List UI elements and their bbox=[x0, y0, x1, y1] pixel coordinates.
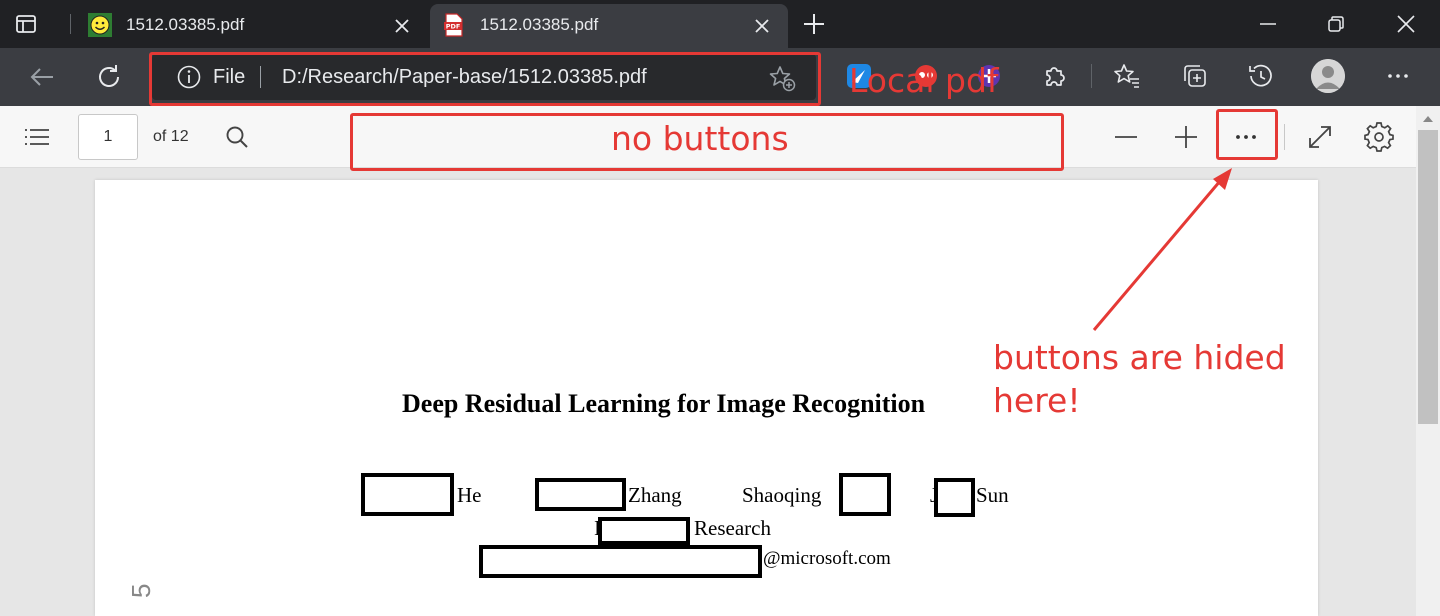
refresh-icon[interactable] bbox=[94, 62, 124, 92]
tab-inactive[interactable]: 1512.03385.pdf bbox=[76, 4, 428, 48]
collections-icon[interactable] bbox=[1181, 62, 1209, 90]
paper-title: Deep Residual Learning for Image Recogni… bbox=[402, 389, 926, 418]
table-of-contents-icon[interactable] bbox=[22, 122, 52, 152]
redaction-box bbox=[934, 478, 975, 517]
tab-separator bbox=[70, 14, 71, 34]
page-total-label: of 12 bbox=[153, 128, 189, 145]
pdf-file-icon: PDF bbox=[442, 13, 466, 37]
favorites-icon[interactable] bbox=[1113, 62, 1141, 90]
close-window-icon[interactable] bbox=[1394, 12, 1418, 36]
redaction-box bbox=[839, 473, 891, 516]
browser-window: 1512.03385.pdf PDF 1512.03385.pdf File D… bbox=[0, 0, 1440, 616]
history-icon[interactable] bbox=[1246, 62, 1274, 90]
author-name: Sun bbox=[976, 483, 1009, 507]
annotation-hidden-line2: here! bbox=[993, 381, 1081, 420]
smiley-icon bbox=[88, 13, 112, 37]
restore-icon[interactable] bbox=[1324, 12, 1348, 36]
tab-active[interactable]: PDF 1512.03385.pdf bbox=[430, 4, 788, 48]
page-number-input[interactable]: 1 bbox=[78, 114, 138, 160]
close-tab-icon[interactable] bbox=[752, 16, 772, 36]
author-name: He bbox=[457, 483, 482, 507]
tab-strip: 1512.03385.pdf PDF 1512.03385.pdf bbox=[0, 0, 1440, 48]
minimize-icon[interactable] bbox=[1256, 12, 1280, 36]
annotation-box-address bbox=[149, 52, 821, 106]
annotation-hidden-line1: buttons are hided bbox=[993, 338, 1286, 377]
tab-title: 1512.03385.pdf bbox=[480, 15, 599, 34]
tab-title: 1512.03385.pdf bbox=[126, 15, 245, 34]
tab-actions-icon[interactable] bbox=[14, 12, 38, 36]
pdf-toolbar-separator bbox=[1284, 124, 1285, 150]
settings-more-icon[interactable] bbox=[1384, 62, 1412, 90]
email-domain: @microsoft.com bbox=[763, 548, 891, 569]
back-arrow-icon[interactable] bbox=[27, 62, 57, 92]
settings-gear-icon[interactable] bbox=[1364, 122, 1394, 152]
annotation-box-more bbox=[1216, 109, 1278, 160]
annotation-local-pdf: Local pdf bbox=[849, 61, 999, 100]
zoom-in-icon[interactable] bbox=[1171, 122, 1201, 152]
annotation-arrow bbox=[1092, 168, 1232, 331]
annotation-no-buttons: no buttons bbox=[611, 119, 789, 158]
redaction-box bbox=[479, 545, 762, 578]
affiliation-text: Research bbox=[694, 516, 771, 540]
redaction-box bbox=[361, 473, 454, 516]
toolbar-separator bbox=[1091, 64, 1092, 88]
close-tab-icon[interactable] bbox=[392, 16, 412, 36]
profile-avatar-icon[interactable] bbox=[1311, 59, 1345, 93]
new-tab-plus-icon[interactable] bbox=[800, 10, 828, 38]
extensions-puzzle-icon[interactable] bbox=[1041, 62, 1069, 90]
redaction-box bbox=[598, 517, 690, 545]
scroll-up-arrow-icon[interactable] bbox=[1422, 114, 1434, 124]
scrollbar-thumb[interactable] bbox=[1418, 130, 1438, 424]
fit-to-page-icon[interactable] bbox=[1305, 122, 1335, 152]
svg-text:PDF: PDF bbox=[446, 23, 461, 31]
zoom-out-icon[interactable] bbox=[1111, 122, 1141, 152]
search-icon[interactable] bbox=[222, 122, 252, 152]
redaction-box bbox=[535, 478, 626, 511]
author-name: Shaoqing bbox=[742, 483, 822, 507]
author-name: Zhang bbox=[628, 483, 682, 507]
margin-stamp: 5 bbox=[126, 583, 156, 598]
